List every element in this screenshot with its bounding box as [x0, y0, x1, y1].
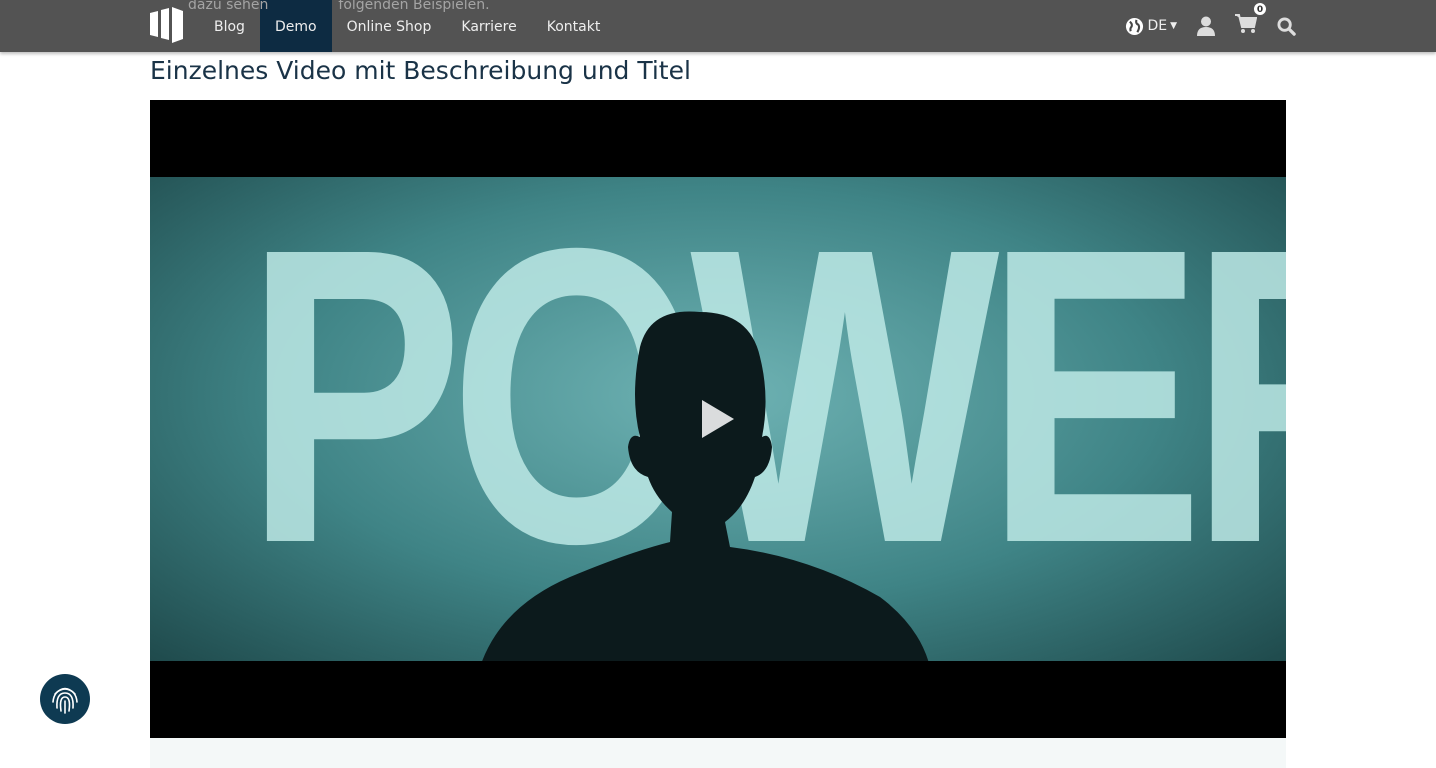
cart-button[interactable]: 0	[1235, 2, 1267, 38]
play-icon[interactable]	[702, 400, 734, 438]
language-label: DE	[1147, 18, 1168, 34]
navbar: Blog Demo Online Shop Karriere Kontakt D…	[0, 0, 1436, 52]
nav-karriere[interactable]: Karriere	[446, 0, 531, 52]
caret-down-icon: ▼	[1170, 21, 1177, 31]
globe-icon	[1126, 17, 1144, 35]
nav-demo[interactable]: Demo	[259, 0, 332, 52]
cart-count-badge: 0	[1253, 2, 1267, 16]
cookie-consent-button[interactable]	[40, 674, 90, 724]
fingerprint-icon	[52, 687, 78, 714]
logo-icon[interactable]	[150, 5, 184, 45]
main-menu: Blog Demo Online Shop Karriere Kontakt	[199, 0, 615, 52]
user-icon[interactable]	[1197, 16, 1215, 36]
nav-blog[interactable]: Blog	[199, 0, 260, 52]
silhouette-image	[482, 311, 929, 661]
nav-online-shop[interactable]: Online Shop	[332, 0, 447, 52]
cart-icon	[1235, 14, 1258, 33]
page-title: Einzelnes Video mit Beschreibung und Tit…	[150, 56, 691, 85]
search-icon[interactable]	[1277, 16, 1296, 36]
language-selector[interactable]: DE ▼	[1125, 17, 1177, 36]
nav-kontakt[interactable]: Kontakt	[532, 0, 616, 52]
video-player[interactable]: POWER	[150, 100, 1286, 738]
